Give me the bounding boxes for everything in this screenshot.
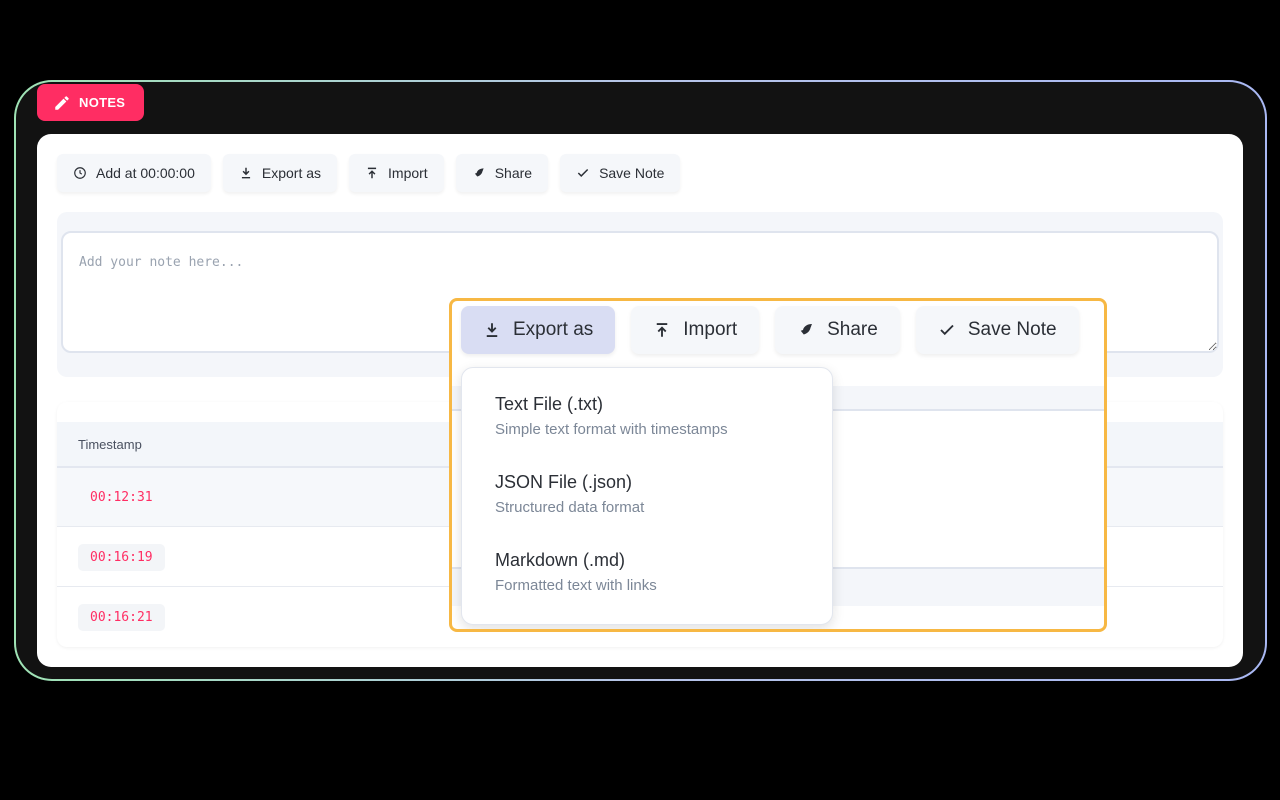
add-at-time-label: Add at 00:00:00	[96, 165, 195, 181]
export-option-txt[interactable]: Text File (.txt) Simple text format with…	[495, 394, 832, 472]
timestamp-badge[interactable]: 00:12:31	[78, 484, 165, 511]
upload-icon	[367, 167, 377, 179]
check-icon	[577, 168, 589, 177]
import-button-zoomed[interactable]: Import	[631, 306, 760, 354]
save-note-button-zoomed[interactable]: Save Note	[915, 306, 1079, 354]
export-option-title: JSON File (.json)	[495, 472, 633, 492]
zoomed-toolbar: Export as Import Share Save Note	[461, 306, 1079, 354]
share-button[interactable]: Share	[455, 154, 549, 192]
clock-icon	[74, 167, 86, 179]
download-icon	[486, 323, 498, 337]
export-button-zoomed[interactable]: Export as	[461, 306, 616, 354]
share-label: Share	[827, 319, 878, 340]
import-button[interactable]: Import	[349, 154, 444, 192]
import-label: Import	[388, 165, 428, 181]
export-option-desc: Simple text format with timestamps	[495, 421, 728, 438]
export-option-desc: Formatted text with links	[495, 577, 657, 594]
notes-tab-label: NOTES	[79, 95, 126, 110]
save-note-label: Save Note	[967, 319, 1057, 340]
export-button[interactable]: Export as	[222, 154, 338, 192]
export-option-md[interactable]: Markdown (.md) Formatted text with links	[495, 550, 832, 628]
notes-tab[interactable]: NOTES	[37, 84, 144, 121]
export-label: Export as	[261, 165, 322, 181]
timestamp-badge[interactable]: 00:16:21	[78, 604, 165, 631]
export-option-json[interactable]: JSON File (.json) Structured data format	[495, 472, 832, 550]
export-dropdown-menu: Text File (.txt) Simple text format with…	[461, 367, 833, 625]
share-icon	[800, 324, 813, 335]
download-icon	[241, 167, 250, 179]
add-at-time-button[interactable]: Add at 00:00:00	[57, 154, 211, 192]
export-label: Export as	[513, 319, 594, 340]
timestamp-column-header: Timestamp	[78, 436, 142, 452]
import-label: Import	[683, 319, 738, 340]
save-note-button[interactable]: Save Note	[560, 154, 681, 192]
export-option-title: Text File (.txt)	[495, 394, 604, 414]
pencil-icon	[55, 95, 69, 110]
notes-toolbar: Add at 00:00:00 Export as Import Share S…	[57, 154, 681, 192]
export-option-desc: Structured data format	[495, 499, 645, 516]
share-icon	[474, 168, 484, 177]
export-option-title: Markdown (.md)	[495, 550, 626, 570]
timestamp-badge[interactable]: 00:16:19	[78, 543, 165, 571]
save-note-label: Save Note	[599, 165, 665, 181]
export-menu-callout: Export as Import Share Save Note Text Fi…	[449, 298, 1107, 632]
share-label: Share	[494, 165, 533, 181]
share-button-zoomed[interactable]: Share	[775, 306, 900, 354]
check-icon	[940, 324, 954, 336]
upload-icon	[657, 323, 668, 337]
